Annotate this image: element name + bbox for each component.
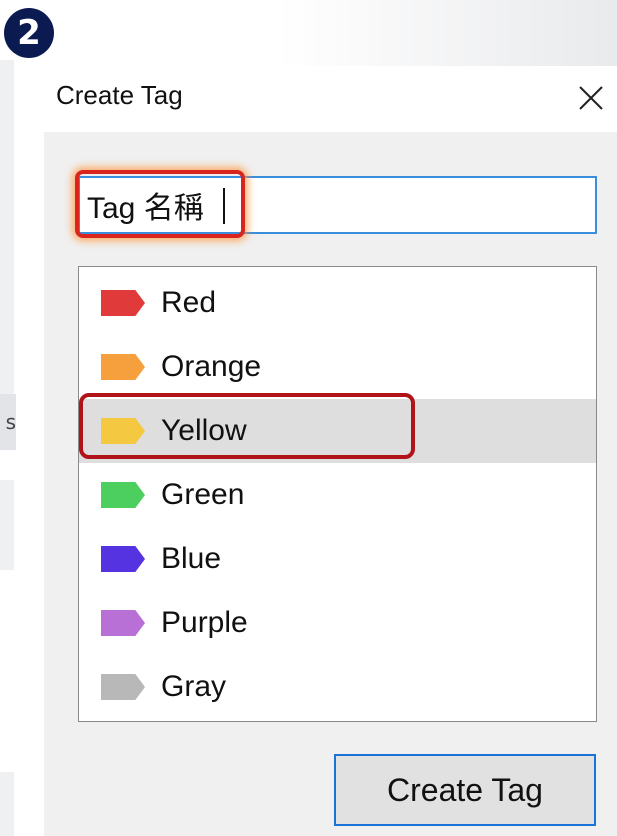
create-tag-dialog: Create Tag Red Orange Yellow Green	[44, 66, 617, 836]
tag-label: Gray	[161, 670, 227, 703]
tag-item-red[interactable]: Red	[79, 271, 596, 335]
tag-label: Orange	[161, 350, 262, 383]
gray-tag-icon	[101, 674, 145, 700]
tag-name-input[interactable]	[78, 176, 597, 234]
tag-label: Blue	[161, 542, 222, 575]
tag-item-yellow[interactable]: Yellow	[79, 399, 596, 463]
background-panel	[0, 60, 14, 400]
tag-label: Red	[161, 286, 217, 319]
yellow-tag-icon	[101, 418, 145, 444]
red-tag-icon	[101, 290, 145, 316]
purple-tag-icon	[101, 610, 145, 636]
tag-item-green[interactable]: Green	[79, 463, 596, 527]
tag-label: Green	[161, 478, 245, 511]
tag-label: Yellow	[161, 414, 247, 447]
create-tag-button[interactable]: Create Tag	[334, 754, 596, 826]
dialog-title: Create Tag	[56, 80, 183, 110]
background-panel	[0, 480, 14, 570]
background-tab-label: s	[0, 394, 16, 450]
tag-item-blue[interactable]: Blue	[79, 527, 596, 591]
background-panel	[0, 772, 14, 836]
step-number-badge: 2	[4, 8, 54, 58]
tag-item-gray[interactable]: Gray	[79, 655, 596, 719]
background-header	[0, 0, 617, 66]
tag-label: Purple	[161, 606, 248, 639]
orange-tag-icon	[101, 354, 145, 380]
close-button[interactable]	[571, 78, 611, 118]
close-icon	[579, 86, 603, 110]
blue-tag-icon	[101, 546, 145, 572]
text-cursor	[223, 188, 225, 224]
tag-item-purple[interactable]: Purple	[79, 591, 596, 655]
dialog-titlebar: Create Tag	[44, 66, 617, 132]
tag-color-list[interactable]: Red Orange Yellow Green Blue Purple Gray	[78, 266, 597, 722]
green-tag-icon	[101, 482, 145, 508]
tag-item-orange[interactable]: Orange	[79, 335, 596, 399]
